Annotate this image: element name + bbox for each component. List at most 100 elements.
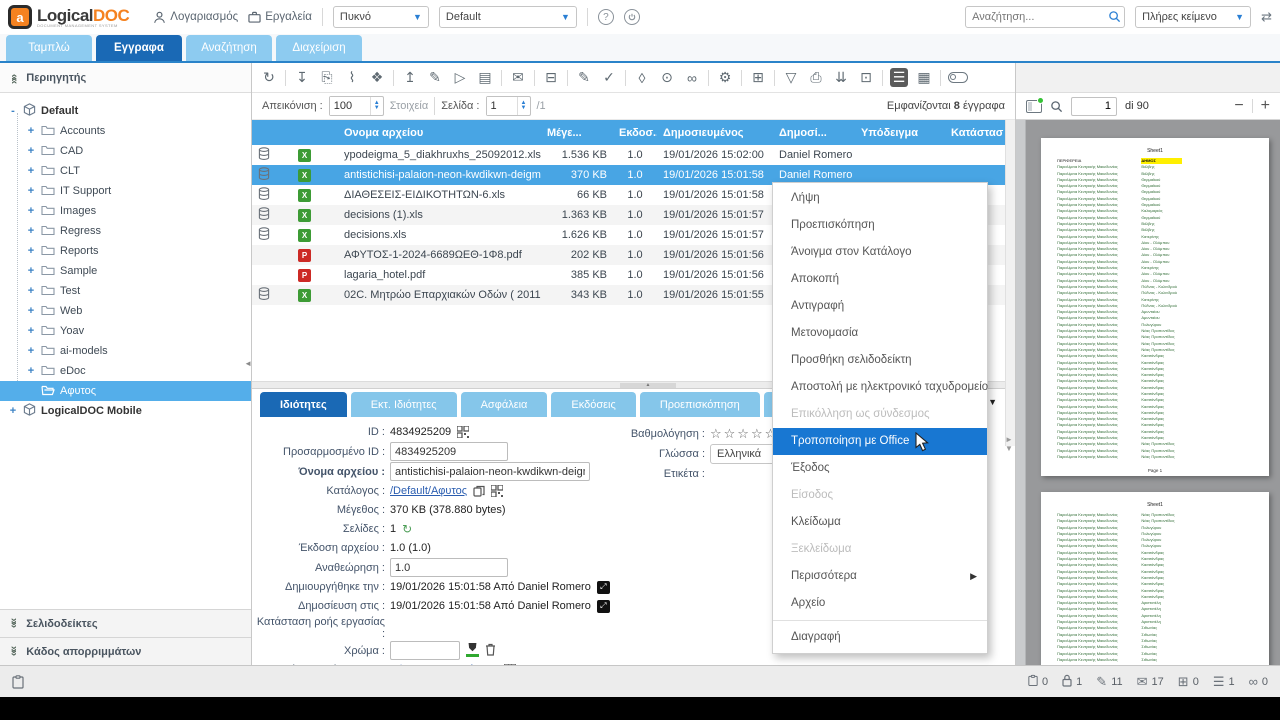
filename-input[interactable]	[390, 462, 590, 481]
edit-icon[interactable]: ✎	[426, 69, 444, 86]
menu-item-αντιγραφή[interactable]: Αντιγραφή	[773, 293, 987, 320]
fill-color-icon[interactable]: ⛊	[466, 644, 479, 657]
menu-item-περισσότερα[interactable]: Περισσότερα▶	[773, 563, 987, 590]
search-mode-select[interactable]: Πλήρες κείμενο▼	[1135, 6, 1251, 28]
zoom-in-button[interactable]: +	[1261, 97, 1270, 115]
preview-pages-area[interactable]: Sheet1ΠΕΡΙΦΕΡΕΙΑΔΗΜΟΣΠαραλίμνια Κεντρική…	[1016, 120, 1280, 665]
preview-page-input[interactable]	[1071, 97, 1117, 116]
thumbnails-toggle-icon[interactable]	[1026, 100, 1042, 113]
status-edit[interactable]: ✎11	[1096, 674, 1122, 690]
expander-icon[interactable]: +	[26, 185, 36, 197]
tab-administration[interactable]: Διαχείριση	[276, 35, 362, 61]
gallery-view-icon[interactable]: ▦	[915, 69, 933, 86]
page-size-input[interactable]	[330, 97, 370, 115]
section-trash[interactable]: «« Κάδος απορριμμάτων	[0, 637, 251, 665]
expander-icon[interactable]: +	[26, 305, 36, 317]
document-name[interactable]: 02C. Μητρώο Επαρχιακών Οδών ( 2011 ).xls	[338, 289, 541, 301]
expander-icon[interactable]: +	[26, 285, 36, 297]
document-name[interactable]: decisions (1).xls	[338, 209, 541, 221]
expander-icon[interactable]: +	[26, 345, 36, 357]
sign-icon[interactable]: ▷	[451, 69, 469, 86]
menu-item-διαγραφή[interactable]: Διαγραφή	[773, 624, 987, 651]
calendar-event-icon[interactable]: ⊞	[749, 69, 767, 86]
stepper-arrows-icon[interactable]: ▲▼	[517, 97, 530, 115]
tab-dashboard[interactable]: Ταμπλώ	[6, 35, 92, 61]
reading-request-icon[interactable]: ∞	[683, 70, 701, 86]
preview-page-thumbnail[interactable]: Sheet1ΠΕΡΙΦΕΡΕΙΑΔΗΜΟΣΠαραλίμνια Κεντρική…	[1041, 138, 1269, 476]
save-as-icon[interactable]: ⎘	[318, 69, 336, 86]
menu-item-κλείδωμα[interactable]: Κλείδωμα	[773, 509, 987, 536]
tab-εκδόσεις[interactable]: Εκδόσεις	[551, 392, 635, 417]
tree-item-clt[interactable]: +CLT	[0, 161, 251, 181]
density-select[interactable]: Πυκνό▼	[333, 6, 429, 28]
document-name[interactable]: ΑΦΥΤΟΣ-1-2024-6689ΩΕΘ-1Φ8.pdf	[338, 249, 541, 261]
document-name[interactable]: ΔΙΑΘΕΣΕΙΣ-ΕΙΔΙΚΟΤΗΤΩΝ-6.xls	[338, 189, 541, 201]
approve-icon[interactable]: ✓	[600, 69, 618, 86]
tab-ασφάλεια[interactable]: Ασφάλεια	[461, 392, 548, 417]
expander-icon[interactable]: +	[8, 405, 18, 417]
section-bookmarks[interactable]: «« Σελιδοδείκτες	[0, 609, 251, 637]
open-user-icon[interactable]: ⤢	[597, 600, 610, 613]
refresh-icon[interactable]: ↻	[260, 69, 278, 86]
column-header[interactable]: Εκδοσ...	[613, 127, 657, 139]
page-stepper[interactable]: ▲▼	[486, 96, 531, 116]
menu-item-μετονομασία[interactable]: Μετονομασία	[773, 320, 987, 347]
column-header[interactable]: Μέγε...	[541, 127, 613, 139]
tree-item-images[interactable]: +Images	[0, 201, 251, 221]
link-icon[interactable]: ⚙	[716, 69, 734, 86]
menu-item-λήψη[interactable]: Λήψη	[773, 185, 987, 212]
scrollbar-arrows-icon[interactable]: ►▼	[1004, 435, 1014, 453]
tree-item-logicaldoc-mobile[interactable]: +LogicalDOC Mobile	[0, 401, 251, 421]
export-report-icon[interactable]: ⊡	[857, 69, 875, 86]
expander-icon[interactable]: -	[8, 105, 18, 117]
tab-documents[interactable]: Εγγραφα	[96, 35, 182, 61]
status-calendar[interactable]: ⊞0	[1178, 674, 1199, 690]
custom-id-input[interactable]	[390, 442, 508, 461]
menu-item-αποστολή-με-ηλεκτρονικό-ταχυδρομείο[interactable]: Αποστολή με ηλεκτρονικό ταχυδρομείο	[773, 374, 987, 401]
page-size-stepper[interactable]: ▲▼	[329, 96, 384, 116]
tree-item-yoav[interactable]: +Yoav	[0, 321, 251, 341]
status-mail[interactable]: ✉17	[1137, 674, 1164, 690]
column-header[interactable]: Δημοσί...	[773, 127, 855, 139]
email-icon[interactable]: ✉	[509, 69, 527, 86]
tree-item-it-support[interactable]: +IT Support	[0, 181, 251, 201]
status-lock[interactable]: 1	[1062, 674, 1082, 690]
filter-icon[interactable]: ▽	[782, 69, 800, 86]
stepper-arrows-icon[interactable]: ▲▼	[370, 97, 383, 115]
splitter-handle-icon[interactable]: ▲	[620, 383, 676, 388]
sidebar-collapse-icon[interactable]: ◄	[244, 359, 252, 368]
tree-item-ai-models[interactable]: +ai-models	[0, 341, 251, 361]
menu-item-τροποποίηση-με-office[interactable]: Τροποποίηση με Office	[773, 428, 987, 455]
copy-icon[interactable]	[473, 485, 485, 497]
status-tasks[interactable]: ☰1	[1213, 674, 1235, 690]
tree-item-reports[interactable]: +Reports	[0, 241, 251, 261]
collapse-rows-icon[interactable]: ⇊	[832, 69, 850, 86]
folder-path-link[interactable]: /Default/Αφυτος	[390, 485, 467, 497]
column-header[interactable]: Υπόδειγμα	[855, 127, 945, 139]
preview-page-thumbnail[interactable]: Sheet1Παραλίμνια Κεντρικής ΜακεδονίαςΝέα…	[1041, 492, 1269, 665]
zoom-search-icon[interactable]	[1050, 100, 1063, 113]
expander-icon[interactable]: +	[26, 145, 36, 157]
recount-pages-icon[interactable]: ↻	[402, 522, 412, 536]
search-icon[interactable]	[1108, 10, 1121, 23]
tree-item-test[interactable]: +Test	[0, 281, 251, 301]
expander-icon[interactable]: +	[26, 205, 36, 217]
attach-icon[interactable]: ⌇	[343, 69, 361, 86]
menu-item-άνοιγμα-στον-κατάλογο[interactable]: Άνοιγμα στον Κατάλογο	[773, 239, 987, 266]
navigator-header[interactable]: «« Περιηγητής	[0, 63, 251, 93]
expander-icon[interactable]: +	[26, 165, 36, 177]
menu-item-προεπισκόπηση[interactable]: Προεπισκόπηση	[773, 212, 987, 239]
status-clipboard[interactable]: 0	[1028, 674, 1048, 690]
table-row[interactable]: Xypodeigma_5_diakhruxhs_25092012.xls1.53…	[252, 145, 1005, 165]
menu-item-αρχείο[interactable]: Αρχείο	[773, 590, 987, 617]
qr-code-icon[interactable]	[491, 485, 503, 497]
grid-scrollbar[interactable]	[1005, 120, 1015, 446]
tab-ιδιότητες[interactable]: Ιδιότητες	[260, 392, 347, 417]
stamp-icon[interactable]: ◊	[633, 70, 651, 86]
expander-icon[interactable]: +	[26, 125, 36, 137]
tab-search[interactable]: Αναζήτηση	[186, 35, 272, 61]
open-user-icon[interactable]: ⤢	[597, 581, 610, 594]
clear-color-icon[interactable]	[485, 643, 496, 659]
archive-icon[interactable]: ⊟	[542, 69, 560, 86]
new-document-icon[interactable]: ▤	[476, 69, 494, 86]
